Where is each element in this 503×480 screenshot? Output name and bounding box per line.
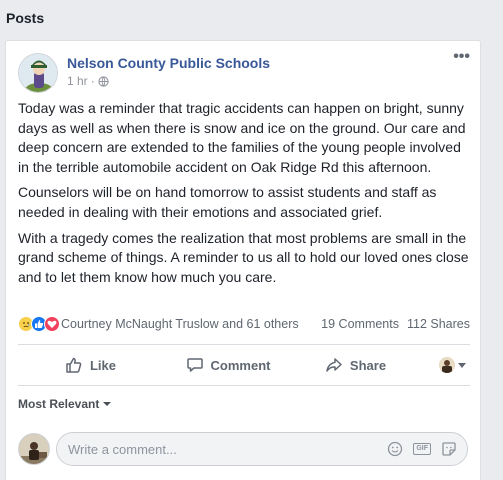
reactions-bar: Courtney McNaught Truslow and 61 others …: [18, 315, 470, 333]
post-paragraph: Counselors will be on hand tomorrow to a…: [18, 184, 437, 220]
post-paragraph: Today was a reminder that tragic acciden…: [18, 100, 466, 175]
reaction-names-link[interactable]: Courtney McNaught Truslow and 61 others: [61, 317, 321, 331]
meta-separator: ·: [90, 74, 95, 88]
current-user-avatar: [18, 433, 50, 465]
page-avatar[interactable]: [18, 53, 58, 93]
comment-tools: GIF: [387, 441, 467, 457]
page-name-link[interactable]: Nelson County Public Schools: [67, 55, 270, 71]
post-paragraph: With a tragedy comes the realization tha…: [18, 229, 469, 285]
more-options-icon[interactable]: •••: [453, 49, 470, 65]
comment-button-label: Comment: [210, 357, 271, 373]
post-meta: 1 hr ·: [67, 74, 109, 88]
sticker-icon[interactable]: [441, 441, 457, 457]
love-react-icon: [44, 316, 60, 332]
comment-composer: GIF: [56, 432, 468, 466]
comment-sort-dropdown[interactable]: Most Relevant: [18, 397, 112, 411]
thumbs-up-icon: [66, 357, 82, 373]
gif-icon[interactable]: GIF: [413, 443, 431, 455]
reaction-icons[interactable]: [18, 316, 60, 332]
comment-bubble-icon: [186, 358, 203, 372]
comment-button[interactable]: Comment: [163, 349, 293, 381]
post-actions: Like Comment Share: [18, 349, 470, 381]
comment-input[interactable]: [68, 441, 388, 457]
section-title: Posts: [6, 10, 45, 26]
chevron-down-icon: [458, 362, 466, 368]
user-avatar-small: [439, 357, 455, 373]
comments-count-link[interactable]: 19 Comments: [321, 317, 399, 331]
post-card: Nelson County Public Schools 1 hr · ••• …: [5, 40, 481, 480]
comment-sort-label: Most Relevant: [18, 397, 100, 411]
post-as-selector[interactable]: [439, 357, 470, 373]
emoji-icon[interactable]: [387, 441, 403, 457]
post-body: Today was a reminder that tragic acciden…: [18, 99, 474, 293]
shares-count-link[interactable]: 112 Shares: [407, 317, 470, 331]
share-button-label: Share: [349, 357, 387, 373]
divider: [18, 385, 470, 386]
engagement-counts: 19 Comments 112 Shares: [321, 317, 470, 331]
divider: [18, 344, 470, 345]
chevron-down-icon: [103, 402, 112, 406]
share-button[interactable]: Share: [293, 349, 418, 381]
like-button[interactable]: Like: [18, 349, 163, 381]
globe-icon: [98, 75, 109, 87]
share-arrow-icon: [326, 358, 342, 372]
like-button-label: Like: [89, 357, 116, 373]
post-time[interactable]: 1 hr: [67, 74, 88, 88]
